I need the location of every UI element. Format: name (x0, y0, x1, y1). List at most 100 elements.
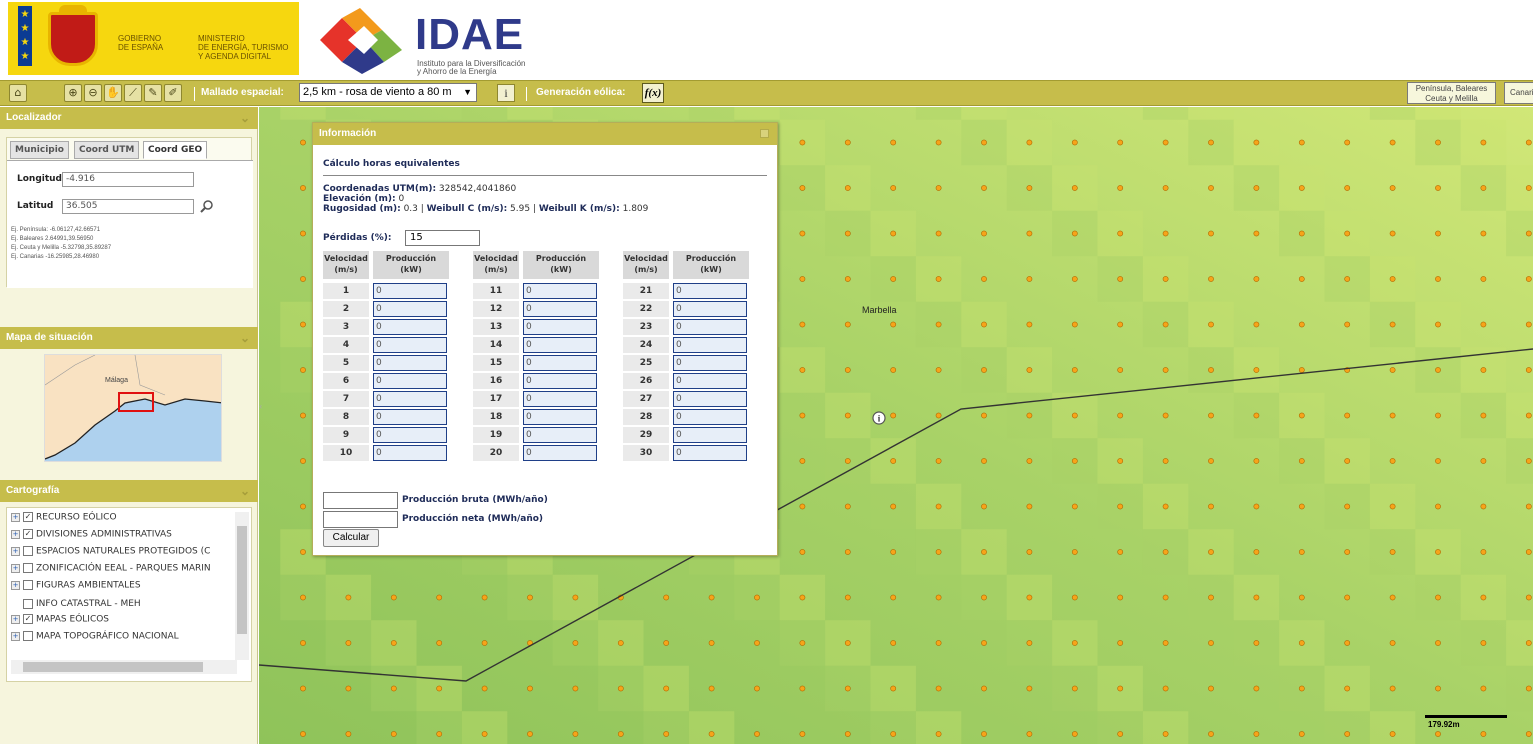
layer-checkbox[interactable] (23, 631, 33, 641)
grid-point[interactable] (1117, 731, 1124, 737)
grid-point[interactable] (1344, 640, 1351, 646)
grid-point[interactable] (1525, 685, 1532, 692)
grid-point[interactable] (300, 185, 306, 191)
grid-point[interactable] (1480, 594, 1487, 601)
grid-point[interactable] (1117, 685, 1124, 692)
production-input[interactable]: 0 (523, 283, 597, 299)
grid-point[interactable] (1253, 503, 1260, 510)
grid-point[interactable] (981, 139, 987, 146)
layer-row[interactable]: + FIGURAS AMBIENTALES (11, 580, 141, 596)
grid-point[interactable] (300, 640, 306, 646)
grid-point[interactable] (1525, 139, 1532, 146)
grid-point[interactable] (300, 594, 306, 601)
grid-point[interactable] (1480, 503, 1487, 510)
grid-point[interactable] (1117, 185, 1124, 191)
grid-point[interactable] (1480, 185, 1487, 191)
grid-point[interactable] (1344, 549, 1351, 555)
grid-point[interactable] (1208, 139, 1214, 146)
grid-point[interactable] (1117, 276, 1124, 282)
grid-point[interactable] (1253, 139, 1260, 146)
grid-point[interactable] (1162, 549, 1169, 555)
grid-point[interactable] (1389, 640, 1396, 646)
grid-point[interactable] (1117, 458, 1124, 464)
grid-point[interactable] (1208, 321, 1214, 328)
measure-icon[interactable]: ⟋ (124, 84, 142, 102)
layer-checkbox[interactable] (23, 546, 33, 556)
grid-point[interactable] (981, 185, 987, 191)
production-input[interactable]: 0 (523, 301, 597, 317)
grid-point[interactable] (1071, 503, 1078, 510)
grid-point[interactable] (1389, 367, 1396, 373)
grid-point[interactable] (1480, 321, 1487, 328)
grid-point[interactable] (1480, 367, 1487, 373)
grid-point[interactable] (1253, 458, 1260, 464)
grid-point[interactable] (844, 640, 851, 646)
grid-point[interactable] (708, 594, 715, 601)
grid-point[interactable] (799, 412, 806, 419)
grid-point[interactable] (300, 412, 306, 419)
grid-point[interactable] (390, 685, 397, 692)
grid-point[interactable] (1344, 594, 1351, 601)
grid-point[interactable] (1253, 321, 1260, 328)
grid-point[interactable] (1208, 594, 1214, 601)
grid-point[interactable] (708, 731, 715, 737)
grid-point[interactable] (572, 640, 579, 646)
grid-point[interactable] (300, 321, 306, 328)
grid-point[interactable] (1525, 276, 1532, 282)
grid-point[interactable] (844, 412, 851, 419)
grid-point[interactable] (1208, 549, 1214, 555)
grid-point[interactable] (1117, 640, 1124, 646)
grid-point[interactable] (890, 503, 897, 510)
grid-point[interactable] (1162, 185, 1169, 191)
grid-point[interactable] (300, 230, 306, 237)
grid-point[interactable] (1071, 321, 1078, 328)
grid-point[interactable] (617, 731, 624, 737)
grid-point[interactable] (1026, 503, 1033, 510)
grid-point[interactable] (708, 640, 715, 646)
layer-row[interactable]: + ✓ MAPAS EÓLICOS (11, 614, 109, 630)
grid-point[interactable] (1298, 230, 1305, 237)
layer-row[interactable]: + ✓ DIVISIONES ADMINISTRATIVAS (11, 529, 172, 545)
grid-point[interactable] (935, 594, 942, 601)
situation-map[interactable]: Málaga (44, 354, 222, 462)
grid-point[interactable] (890, 594, 897, 601)
grid-point[interactable] (890, 549, 897, 555)
grid-point[interactable] (1208, 185, 1214, 191)
grid-point[interactable] (844, 685, 851, 692)
grid-point[interactable] (935, 321, 942, 328)
grid-point[interactable] (1344, 230, 1351, 237)
expand-icon[interactable]: + (11, 512, 20, 522)
grid-point[interactable] (935, 185, 942, 191)
localizador-header[interactable]: Localizador ⌄ (0, 107, 258, 129)
layer-checkbox[interactable]: ✓ (23, 512, 33, 522)
grid-point[interactable] (1298, 594, 1305, 601)
grid-point[interactable] (1344, 458, 1351, 464)
grid-point[interactable] (1525, 230, 1532, 237)
grid-point[interactable] (1435, 321, 1441, 328)
grid-point[interactable] (890, 321, 897, 328)
grid-point[interactable] (844, 321, 851, 328)
grid-point[interactable] (1071, 412, 1078, 419)
grid-point[interactable] (890, 412, 897, 419)
grid-point[interactable] (1298, 367, 1305, 373)
grid-point[interactable] (1026, 321, 1033, 328)
grid-point[interactable] (1162, 276, 1169, 282)
grid-point[interactable] (1026, 367, 1033, 373)
grid-point[interactable] (799, 685, 806, 692)
grid-point[interactable] (1435, 640, 1441, 646)
grid-point[interactable] (663, 731, 670, 737)
grid-point[interactable] (1117, 412, 1124, 419)
grid-point[interactable] (1117, 549, 1124, 555)
grid-point[interactable] (300, 731, 306, 737)
grid-point[interactable] (1435, 503, 1441, 510)
grid-point[interactable] (1435, 185, 1441, 191)
cartografia-header[interactable]: Cartografía ⌄ (0, 480, 258, 502)
grid-point[interactable] (890, 139, 897, 146)
production-input[interactable]: 0 (673, 301, 747, 317)
region-peninsula-button[interactable]: Península, Baleares Ceuta y Melilla (1407, 82, 1496, 104)
grid-point[interactable] (345, 640, 352, 646)
grid-point[interactable] (935, 640, 942, 646)
grid-point[interactable] (663, 640, 670, 646)
grid-point[interactable] (1253, 731, 1260, 737)
collapse-icon[interactable]: ⌄ (240, 327, 250, 349)
